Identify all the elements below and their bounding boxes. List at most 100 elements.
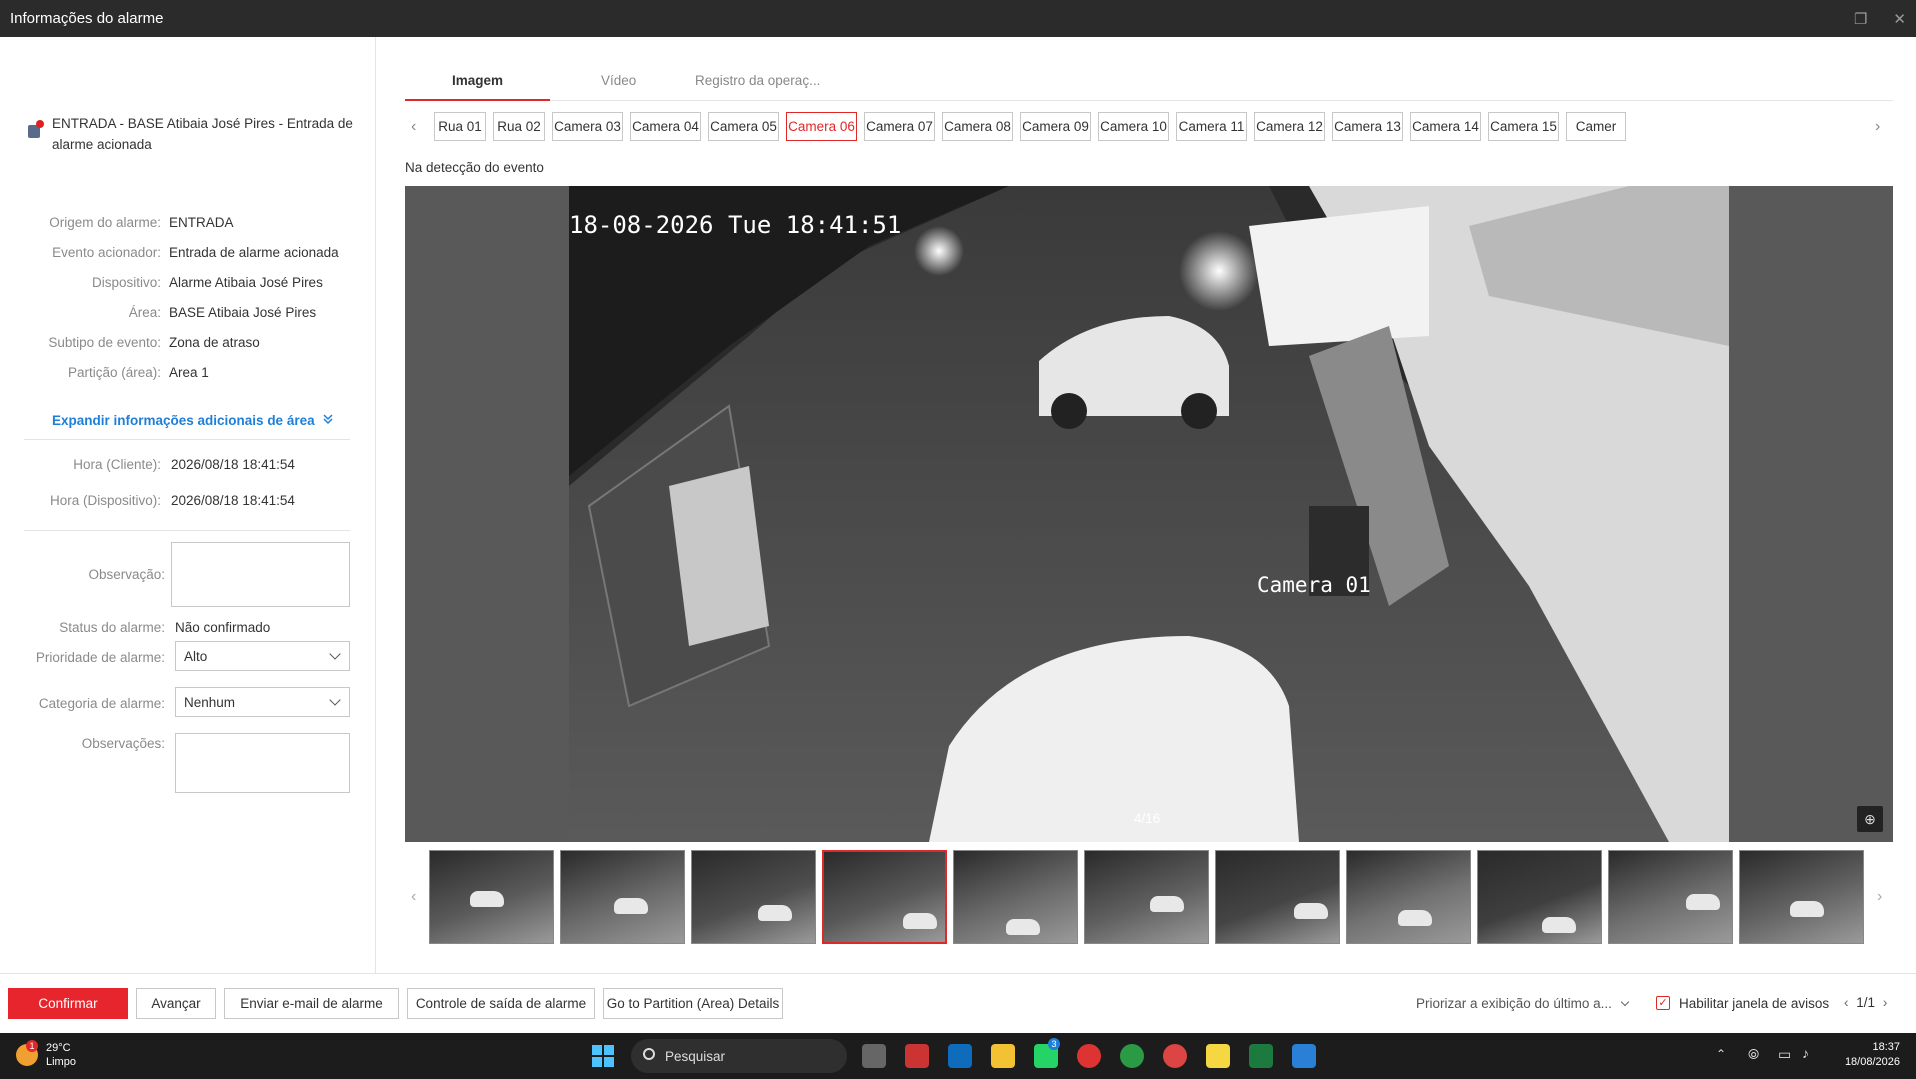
observation-input[interactable] — [171, 542, 350, 607]
snapshot-thumbnail[interactable] — [1477, 850, 1602, 944]
file-explorer-icon[interactable] — [991, 1044, 1015, 1068]
snapshot-thumbnail[interactable] — [1739, 850, 1864, 944]
weather-icon: 1 — [16, 1040, 38, 1066]
tab-video[interactable]: Vídeo — [601, 73, 636, 88]
network-icon[interactable]: ⦾ — [1748, 1046, 1759, 1063]
monitor-icon[interactable]: ▭ — [1778, 1046, 1791, 1063]
snapshot-scene: 18-08-2026 Tue 18:41:51 Camera 01 — [569, 186, 1729, 842]
camera-tab[interactable]: Rua 02 — [493, 112, 545, 141]
zoom-in-icon[interactable]: ⊕ — [1857, 806, 1883, 832]
camera-tab[interactable]: Camer — [1566, 112, 1626, 141]
camera-tab[interactable]: Camera 11 — [1176, 112, 1247, 141]
alarm-detail-label: Partição (área): — [67, 364, 161, 380]
alarm-detail-row: Subtipo de evento: Zona de atraso — [0, 327, 376, 357]
prioritize-display-select[interactable]: Priorizar a exibição do último a... — [1416, 996, 1630, 1011]
clock-date: 18/08/2026 — [1844, 1056, 1900, 1068]
tab-image[interactable]: Imagem — [452, 73, 503, 88]
thumbnail-vehicle — [1686, 894, 1720, 910]
alarm-detail-value: Zona de atraso — [169, 334, 260, 350]
alarm-detail-value: BASE Atibaia José Pires — [169, 304, 317, 320]
camera-tab[interactable]: Rua 01 — [434, 112, 486, 141]
camera-tab[interactable]: Camera 04 — [630, 112, 701, 141]
chevron-left-icon[interactable]: ‹ — [411, 118, 416, 136]
camera-tab[interactable]: Camera 15 — [1488, 112, 1559, 141]
send-email-button[interactable]: Enviar e-mail de alarme — [224, 988, 399, 1019]
snapshot-thumbnail[interactable] — [560, 850, 685, 944]
next-button[interactable]: Avançar — [136, 988, 216, 1019]
taskbar-search[interactable]: Pesquisar — [631, 1039, 847, 1073]
tab-operation-log[interactable]: Registro da operaç... — [695, 73, 820, 88]
alarm-headline: ENTRADA - BASE Atibaia José Pires - Entr… — [26, 113, 356, 155]
category-select[interactable]: Nenhum — [175, 687, 350, 717]
thumbnail-vehicle — [1150, 896, 1184, 912]
double-chevron-down-icon — [322, 413, 334, 428]
alarm-detail-label: Subtipo de evento: — [48, 334, 161, 350]
weather-widget[interactable]: 1 29°C Limpo — [16, 1040, 76, 1069]
chrome-profile-icon[interactable] — [1163, 1044, 1187, 1068]
device-time-value: 2026/08/18 18:41:54 — [171, 493, 295, 508]
snapshot-thumbnail[interactable] — [1346, 850, 1471, 944]
enable-popup-label: Habilitar janela de avisos — [1679, 996, 1830, 1011]
prioritize-display-label: Priorizar a exibição do último a... — [1416, 996, 1612, 1011]
volume-icon[interactable]: ♪ — [1802, 1045, 1809, 1061]
notepad-icon[interactable] — [1206, 1044, 1230, 1068]
priority-label: Prioridade de alarme: — [35, 650, 165, 665]
snapshot-thumbnail[interactable] — [691, 850, 816, 944]
chevron-up-icon[interactable]: ⌃ — [1716, 1047, 1726, 1061]
camera-list: Rua 01 Rua 02 Camera 03 Camera 04 Camera 05 C… — [434, 112, 1864, 142]
snapshot-thumbnail[interactable] — [429, 850, 554, 944]
image-counter: 4/16 — [1134, 811, 1161, 826]
camera-tab[interactable]: Camera 13 — [1332, 112, 1403, 141]
active-tab-indicator — [405, 99, 550, 101]
camera-tab[interactable]: Camera 10 — [1098, 112, 1169, 141]
chevron-left-icon[interactable]: ‹ — [411, 888, 416, 906]
camera-tab[interactable]: Camera 14 — [1410, 112, 1481, 141]
snapshot-thumbnail[interactable] — [953, 850, 1078, 944]
alarm-detail-value: Area 1 — [169, 364, 209, 380]
confirm-button[interactable]: Confirmar — [8, 988, 128, 1019]
whatsapp-icon[interactable]: 3 — [1034, 1038, 1060, 1068]
excel-icon[interactable] — [1249, 1044, 1273, 1068]
snapshot-thumbnail[interactable] — [822, 850, 947, 944]
camera-tab[interactable]: Camera 07 — [864, 112, 935, 141]
expand-area-info-link[interactable]: Expandir informações adicionais de área — [52, 413, 334, 428]
chevron-left-icon[interactable]: ‹ — [1844, 995, 1849, 1010]
camera-tab[interactable]: Camera 12 — [1254, 112, 1325, 141]
chrome-icon[interactable] — [1120, 1044, 1144, 1068]
alarm-output-button[interactable]: Controle de saída de alarme — [407, 988, 595, 1019]
priority-select[interactable]: Alto — [175, 641, 350, 671]
pager: ‹ 1/1 › — [1844, 995, 1887, 1010]
close-icon[interactable]: ✕ — [1893, 10, 1906, 28]
alarm-info-panel: ENTRADA - BASE Atibaia José Pires - Entr… — [0, 37, 376, 973]
enable-popup-checkbox[interactable]: ✓ — [1656, 996, 1670, 1010]
camera-tab[interactable]: Camera 06 — [786, 112, 857, 141]
pager-label: 1/1 — [1856, 995, 1876, 1010]
alarm-detail-row: Área: BASE Atibaia José Pires — [0, 297, 376, 327]
app-icon-3[interactable] — [1292, 1044, 1316, 1068]
chevron-right-icon[interactable]: › — [1883, 995, 1888, 1010]
camera-tab[interactable]: Camera 09 — [1020, 112, 1091, 141]
system-tray-clock[interactable]: 18:37 18/08/2026 — [1845, 1040, 1900, 1070]
chevron-right-icon[interactable]: › — [1875, 118, 1880, 136]
partition-details-button[interactable]: Go to Partition (Area) Details — [603, 988, 783, 1019]
camera-tab[interactable]: Camera 05 — [708, 112, 779, 141]
restore-icon[interactable]: ❐ — [1854, 10, 1867, 28]
alarm-detail-label: Área: — [128, 304, 161, 320]
thumbnail-vehicle — [1006, 919, 1040, 935]
app-icon-1[interactable] — [905, 1044, 929, 1068]
notes-input[interactable] — [175, 733, 350, 793]
status-value: Não confirmado — [175, 620, 271, 635]
client-time-label: Hora (Cliente): — [73, 457, 161, 472]
chevron-right-icon[interactable]: › — [1877, 888, 1882, 906]
app-icon-2[interactable] — [1077, 1044, 1101, 1068]
snapshot-thumbnail[interactable] — [1215, 850, 1340, 944]
snapshot-thumbnail[interactable] — [1608, 850, 1733, 944]
image-viewer[interactable]: 18-08-2026 Tue 18:41:51 Camera 01 4/16 ⊕ — [405, 186, 1893, 842]
camera-tab[interactable]: Camera 03 — [552, 112, 623, 141]
camera-tab[interactable]: Camera 08 — [942, 112, 1013, 141]
snapshot-thumbnail[interactable] — [1084, 850, 1209, 944]
windows-start-icon[interactable] — [591, 1044, 615, 1068]
task-view-icon[interactable] — [862, 1044, 886, 1068]
taskbar: 1 29°C Limpo Pesquisar 3 18:37 18/08/202… — [0, 1033, 1916, 1079]
outlook-icon[interactable] — [948, 1044, 972, 1068]
